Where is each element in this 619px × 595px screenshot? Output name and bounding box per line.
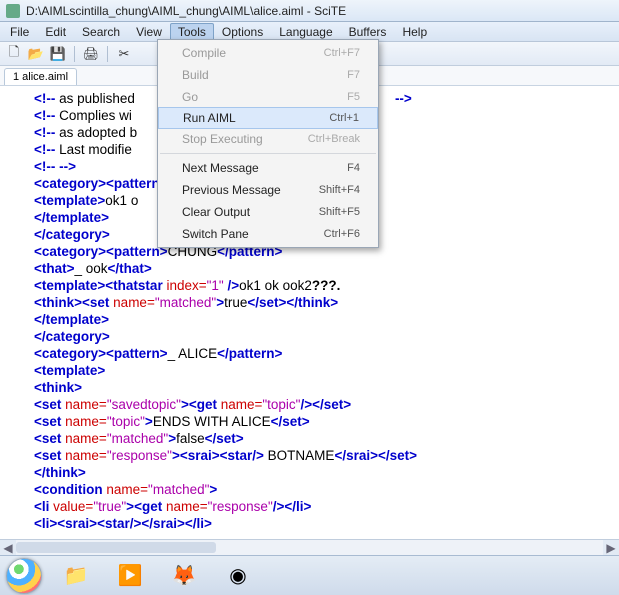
- menu-help[interactable]: Help: [394, 23, 435, 41]
- print-icon[interactable]: 🖨: [81, 44, 101, 64]
- menu-switch-pane[interactable]: Switch PaneCtrl+F6: [158, 223, 378, 245]
- window-title: D:\AIMLscintilla_chung\AIML_chung\AIML\a…: [26, 4, 346, 18]
- firefox-icon[interactable]: 🦊: [164, 562, 204, 590]
- folder-icon[interactable]: 📁: [56, 562, 96, 590]
- menu-search[interactable]: Search: [74, 23, 128, 41]
- horizontal-scrollbar[interactable]: ◀ ▶: [0, 539, 619, 555]
- media-icon[interactable]: ▶️: [110, 562, 150, 590]
- menu-previous-message[interactable]: Previous MessageShift+F4: [158, 179, 378, 201]
- open-icon[interactable]: 📂: [26, 44, 46, 64]
- menu-build[interactable]: BuildF7: [158, 64, 378, 86]
- menu-buffers[interactable]: Buffers: [341, 23, 395, 41]
- menu-compile[interactable]: CompileCtrl+F7: [158, 42, 378, 64]
- scroll-right-icon[interactable]: ▶: [603, 540, 619, 556]
- menu-options[interactable]: Options: [214, 23, 271, 41]
- separator: [74, 46, 75, 62]
- scroll-left-icon[interactable]: ◀: [0, 540, 16, 556]
- menu-edit[interactable]: Edit: [37, 23, 74, 41]
- menu-next-message[interactable]: Next MessageF4: [158, 157, 378, 179]
- app-icon: [6, 4, 20, 18]
- cut-icon[interactable]: ✂: [114, 44, 134, 64]
- taskbar: 📁 ▶️ 🦊 ◉: [0, 555, 619, 595]
- new-icon[interactable]: 🗋: [4, 44, 24, 64]
- menu-view[interactable]: View: [128, 23, 170, 41]
- menu-file[interactable]: File: [2, 23, 37, 41]
- tools-dropdown: CompileCtrl+F7 BuildF7 GoF5 Run AIMLCtrl…: [157, 39, 379, 248]
- start-button[interactable]: [6, 558, 42, 594]
- scroll-thumb[interactable]: [16, 542, 216, 553]
- separator: [160, 153, 376, 154]
- app-icon[interactable]: ◉: [218, 562, 258, 590]
- menu-stop-executing[interactable]: Stop ExecutingCtrl+Break: [158, 128, 378, 150]
- separator: [107, 46, 108, 62]
- menu-run-aiml[interactable]: Run AIMLCtrl+1: [158, 107, 378, 129]
- titlebar: D:\AIMLscintilla_chung\AIML_chung\AIML\a…: [0, 0, 619, 22]
- menu-language[interactable]: Language: [271, 23, 340, 41]
- menu-clear-output[interactable]: Clear OutputShift+F5: [158, 201, 378, 223]
- menu-go[interactable]: GoF5: [158, 86, 378, 108]
- menu-tools[interactable]: Tools: [170, 23, 214, 41]
- save-icon[interactable]: 💾: [48, 44, 68, 64]
- tab-file[interactable]: 1 alice.aiml: [4, 68, 77, 85]
